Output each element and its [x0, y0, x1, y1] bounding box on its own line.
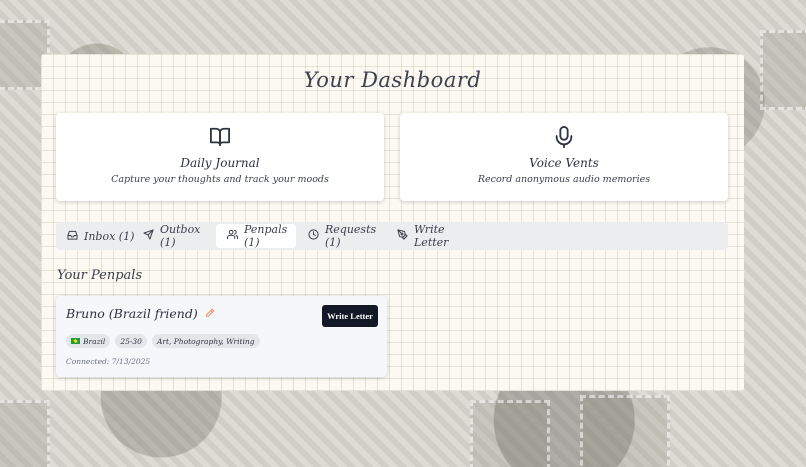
tab-outbox[interactable]: Outbox (1)	[132, 223, 218, 249]
background-stamp	[580, 395, 670, 467]
background-stamp	[760, 30, 806, 110]
users-icon	[226, 229, 244, 243]
card-description: Capture your thoughts and track your moo…	[111, 174, 329, 185]
microphone-icon	[555, 126, 573, 152]
country-badge: Brazil	[66, 334, 111, 348]
penpal-name: Bruno (Brazil friend)	[66, 306, 198, 321]
penpal-card: Bruno (Brazil friend) Write Letter Brazi…	[56, 296, 387, 377]
penpal-badges: Brazil 25-30 Art, Photography, Writing	[66, 334, 260, 348]
dashboard-panel: Your Dashboard Daily Journal Capture you…	[41, 54, 744, 391]
interests-badge: Art, Photography, Writing	[151, 334, 260, 348]
tab-label: Penpals (1)	[244, 223, 288, 249]
card-description: Record anonymous audio memories	[477, 174, 651, 185]
edit-pencil-icon[interactable]	[198, 306, 215, 321]
page-title: Your Dashboard	[303, 68, 482, 92]
country-label: Brazil	[83, 336, 106, 346]
background-stamp	[470, 400, 550, 467]
section-title: Your Penpals	[57, 268, 143, 283]
tab-label: Inbox (1)	[84, 229, 135, 243]
tab-write-letter[interactable]: Write Letter	[386, 223, 476, 249]
tab-requests[interactable]: Requests (1)	[297, 223, 389, 249]
card-title: Voice Vents	[529, 156, 599, 170]
background-stamp	[0, 400, 50, 467]
tab-label: Requests (1)	[325, 223, 377, 249]
brazil-flag-icon	[71, 338, 80, 344]
book-open-icon	[209, 126, 231, 150]
inbox-icon	[67, 230, 84, 243]
voice-vents-card[interactable]: Voice Vents Record anonymous audio memor…	[400, 113, 728, 201]
connected-date: Connected: 7/13/2025	[66, 357, 151, 366]
tab-inbox[interactable]: Inbox (1)	[56, 224, 136, 248]
clock-icon	[308, 229, 325, 243]
pen-nib-icon	[397, 229, 414, 243]
age-range-badge: 25-30	[115, 334, 147, 348]
card-title: Daily Journal	[180, 156, 260, 170]
daily-journal-card[interactable]: Daily Journal Capture your thoughts and …	[56, 113, 384, 201]
tab-label: Outbox (1)	[160, 223, 201, 249]
tab-penpals[interactable]: Penpals (1)	[216, 223, 296, 249]
write-letter-button[interactable]: Write Letter	[322, 305, 378, 327]
tab-label: Write Letter	[414, 223, 449, 249]
tab-bar: Inbox (1) Outbox (1) Penpals (1) Request…	[56, 222, 728, 250]
send-icon	[143, 229, 160, 243]
penpal-name-row: Bruno (Brazil friend)	[66, 306, 215, 321]
